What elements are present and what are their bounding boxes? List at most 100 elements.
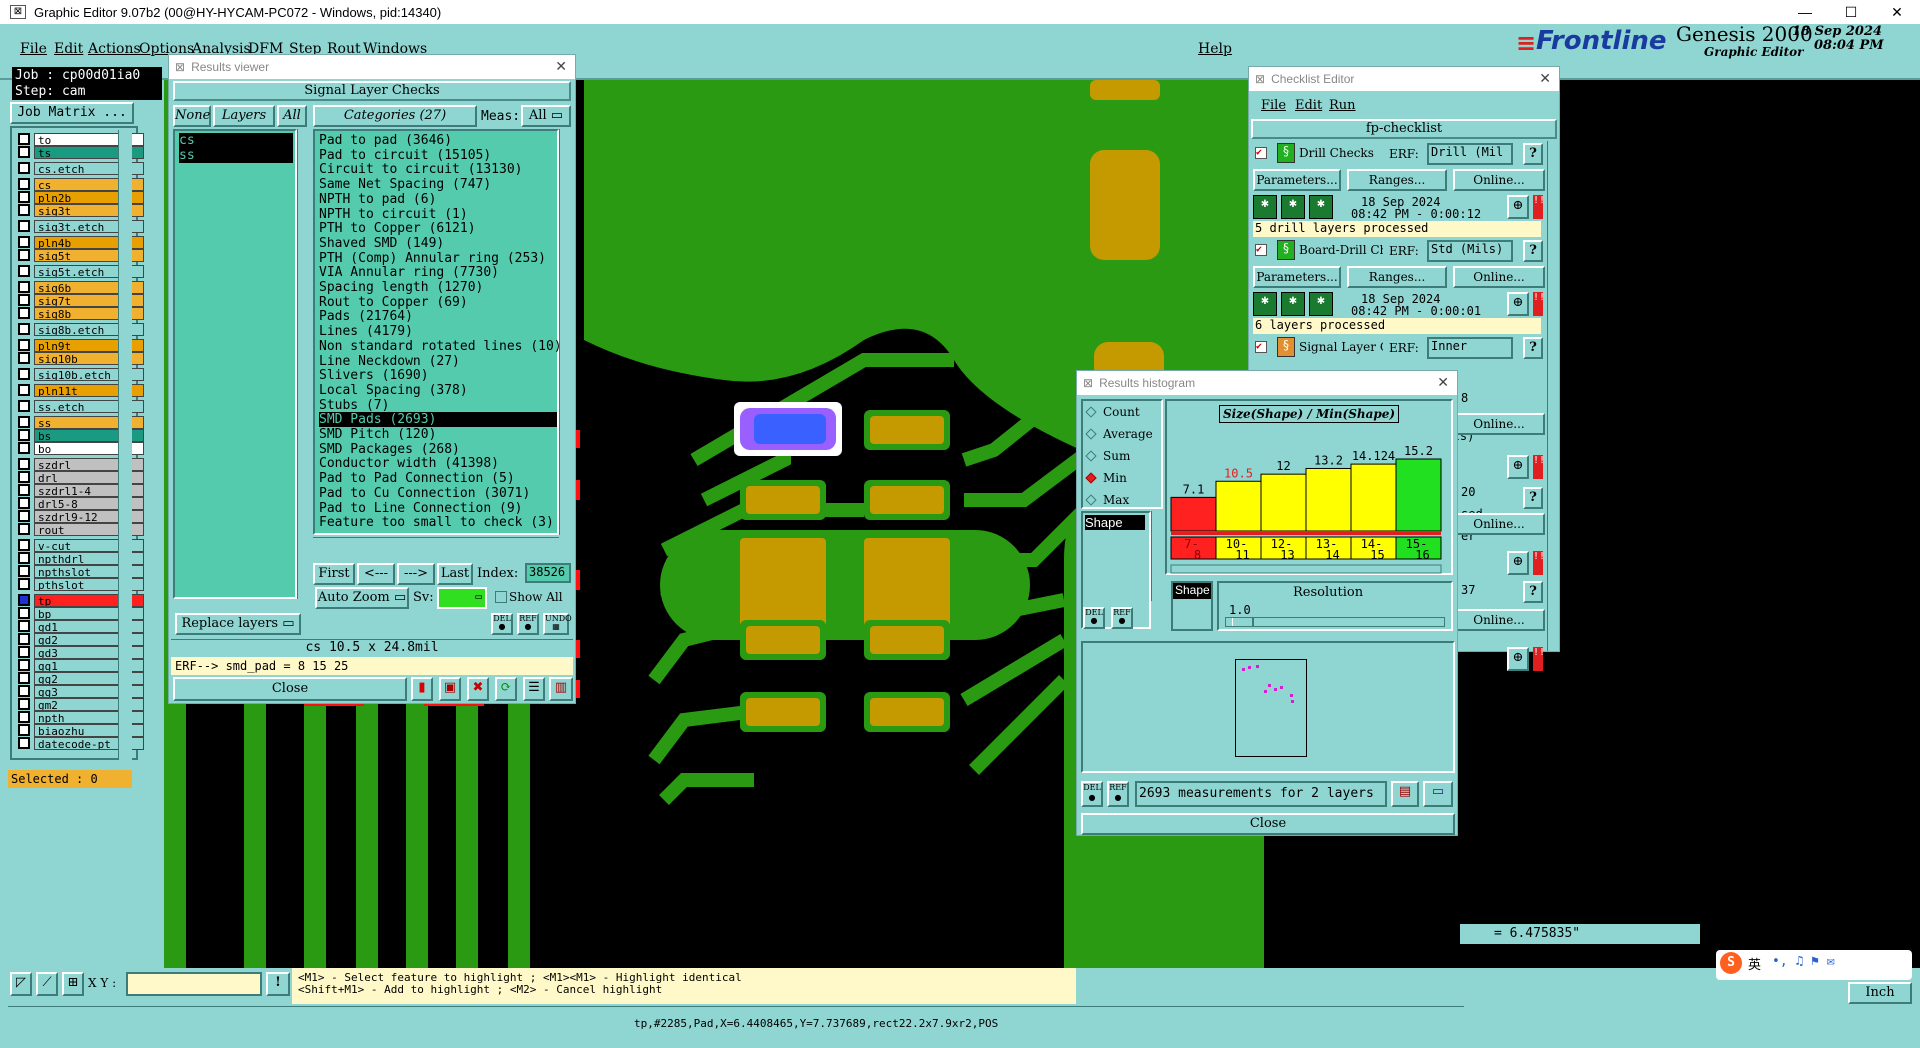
- category-item[interactable]: Lines (4179): [319, 324, 413, 339]
- category-item[interactable]: NPTH to circuit (1): [319, 207, 468, 222]
- help-icon[interactable]: ?: [1523, 337, 1543, 359]
- menu-file[interactable]: File: [20, 41, 47, 57]
- histogram-bar[interactable]: [1395, 458, 1442, 532]
- layer-checkbox[interactable]: [18, 339, 30, 351]
- online-button[interactable]: Online...: [1453, 513, 1545, 535]
- category-item[interactable]: SMD Pads (2693): [319, 412, 557, 428]
- select-tool-icon[interactable]: ◸: [10, 972, 32, 996]
- checklist-scrollbar[interactable]: [1547, 141, 1559, 651]
- help-icon[interactable]: ?: [1523, 581, 1543, 603]
- layer-checkbox[interactable]: [18, 442, 30, 454]
- category-item[interactable]: SMD Pitch (120): [319, 427, 436, 442]
- layer-checkbox[interactable]: [18, 162, 30, 174]
- category-item[interactable]: Shaved SMD (149): [319, 236, 444, 251]
- severity-select[interactable]: ▭: [437, 587, 487, 609]
- none-button[interactable]: None: [173, 105, 211, 127]
- close-icon[interactable]: ✕: [1437, 374, 1449, 391]
- layer-checkbox[interactable]: [18, 594, 30, 606]
- option-min[interactable]: Min: [1085, 471, 1127, 485]
- layer-checkbox[interactable]: [18, 552, 30, 564]
- categories-button[interactable]: Categories (27): [313, 105, 477, 127]
- run-icon[interactable]: ✱: [1309, 292, 1333, 316]
- category-item[interactable]: Pad to Cu Connection (3071): [319, 486, 530, 501]
- zoom-icon[interactable]: ⊕: [1507, 647, 1529, 671]
- run-icon[interactable]: ✱: [1309, 195, 1333, 219]
- clear-icon[interactable]: ✖: [467, 677, 489, 701]
- minimize-button[interactable]: —: [1782, 0, 1828, 24]
- histogram-bar[interactable]: [1170, 496, 1217, 532]
- run-icon[interactable]: ✱: [1281, 195, 1305, 219]
- category-item[interactable]: Conductor width (41398): [319, 456, 499, 471]
- prev-button[interactable]: <---: [357, 563, 395, 585]
- refresh-icon[interactable]: ⟳: [495, 677, 517, 701]
- run-icon[interactable]: ✱: [1253, 292, 1277, 316]
- meas-select[interactable]: All ▭: [521, 105, 571, 127]
- auto-zoom-select[interactable]: Auto Zoom ▭: [315, 587, 409, 609]
- viewer-close-button[interactable]: Close: [173, 677, 407, 701]
- zoom-icon[interactable]: ⊕: [1507, 195, 1529, 219]
- parameters-button[interactable]: Parameters...: [1253, 169, 1341, 191]
- category-item[interactable]: NPTH to pad (6): [319, 192, 436, 207]
- help-icon[interactable]: ?: [1523, 240, 1543, 262]
- layer-checkbox[interactable]: [18, 685, 30, 697]
- layer-checkbox[interactable]: [18, 133, 30, 145]
- show-all-checkbox[interactable]: [495, 591, 507, 603]
- layer-checkbox[interactable]: [18, 565, 30, 577]
- histogram-close-button[interactable]: Close: [1081, 813, 1455, 835]
- layer-checkbox[interactable]: [18, 416, 30, 428]
- layer-checkbox[interactable]: [18, 249, 30, 261]
- layer-checkbox[interactable]: [18, 204, 30, 216]
- layer-list-scrollbar[interactable]: [118, 130, 132, 760]
- erf-select[interactable]: Inner: [1427, 337, 1513, 359]
- histogram-icon[interactable]: ▥: [549, 677, 573, 701]
- ref-icon[interactable]: REF ●: [1111, 607, 1133, 629]
- ime-mode[interactable]: 英: [1748, 954, 1761, 973]
- close-icon[interactable]: ✕: [1539, 70, 1551, 87]
- layer-results-list[interactable]: cs ss: [173, 129, 297, 599]
- category-item[interactable]: Line Neckdown (27): [319, 354, 460, 369]
- category-item[interactable]: Pad to circuit (15105): [319, 148, 491, 163]
- option-count[interactable]: Count: [1085, 405, 1140, 419]
- layer-checkbox[interactable]: [18, 711, 30, 723]
- erf-select[interactable]: Std (Mils): [1427, 240, 1513, 262]
- category-item[interactable]: VIA Annular ring (7730): [319, 265, 499, 280]
- close-icon[interactable]: ✕: [555, 58, 567, 75]
- check-enabled-checkbox[interactable]: ✔: [1255, 147, 1267, 159]
- layer-checkbox[interactable]: [18, 458, 30, 470]
- parameters-button[interactable]: Parameters...: [1253, 266, 1341, 288]
- category-item[interactable]: Non standard rotated lines (10): [319, 339, 562, 354]
- layer-checkbox[interactable]: [18, 323, 30, 335]
- online-button[interactable]: Online...: [1453, 413, 1545, 435]
- layer-checkbox[interactable]: [18, 672, 30, 684]
- zoom-icon[interactable]: ⊕: [1507, 292, 1529, 316]
- erf-select[interactable]: Drill (Mil: [1427, 143, 1513, 165]
- category-item[interactable]: Stubs (7): [319, 398, 389, 413]
- category-item[interactable]: Circuit to circuit (13130): [319, 162, 523, 177]
- layer-checkbox[interactable]: [18, 484, 30, 496]
- layer-checkbox[interactable]: [18, 146, 30, 158]
- category-item[interactable]: Pads (21764): [319, 309, 413, 324]
- category-item[interactable]: PTH to Copper (6121): [319, 221, 476, 236]
- histogram-bar[interactable]: [1305, 467, 1352, 532]
- highlight-icon[interactable]: ▮: [411, 677, 433, 701]
- del-icon[interactable]: DEL ●: [1081, 781, 1103, 807]
- layer-checkbox[interactable]: [18, 523, 30, 535]
- report-icon[interactable]: ☰: [523, 677, 545, 701]
- category-item[interactable]: Pad to pad (3646): [319, 133, 452, 148]
- layer-checkbox[interactable]: [18, 178, 30, 190]
- report-icon[interactable]: ▤: [1391, 781, 1419, 807]
- run-icon[interactable]: ✱: [1253, 195, 1277, 219]
- layer-checkbox[interactable]: [18, 294, 30, 306]
- ranges-button[interactable]: Ranges...: [1347, 266, 1447, 288]
- zoom-icon[interactable]: ⊕: [1507, 551, 1529, 575]
- layer-checkbox[interactable]: [18, 646, 30, 658]
- layer-checkbox[interactable]: [18, 220, 30, 232]
- layer-list-scrollbar[interactable]: [297, 129, 309, 599]
- layer-checkbox[interactable]: [18, 539, 30, 551]
- layer-checkbox[interactable]: [18, 607, 30, 619]
- category-item[interactable]: Pad to Pad Connection (5): [319, 471, 515, 486]
- layer-checkbox[interactable]: [18, 429, 30, 441]
- menu-help[interactable]: Help: [1198, 41, 1232, 57]
- run-icon[interactable]: ✱: [1281, 292, 1305, 316]
- alert-icon[interactable]: !: [266, 972, 290, 996]
